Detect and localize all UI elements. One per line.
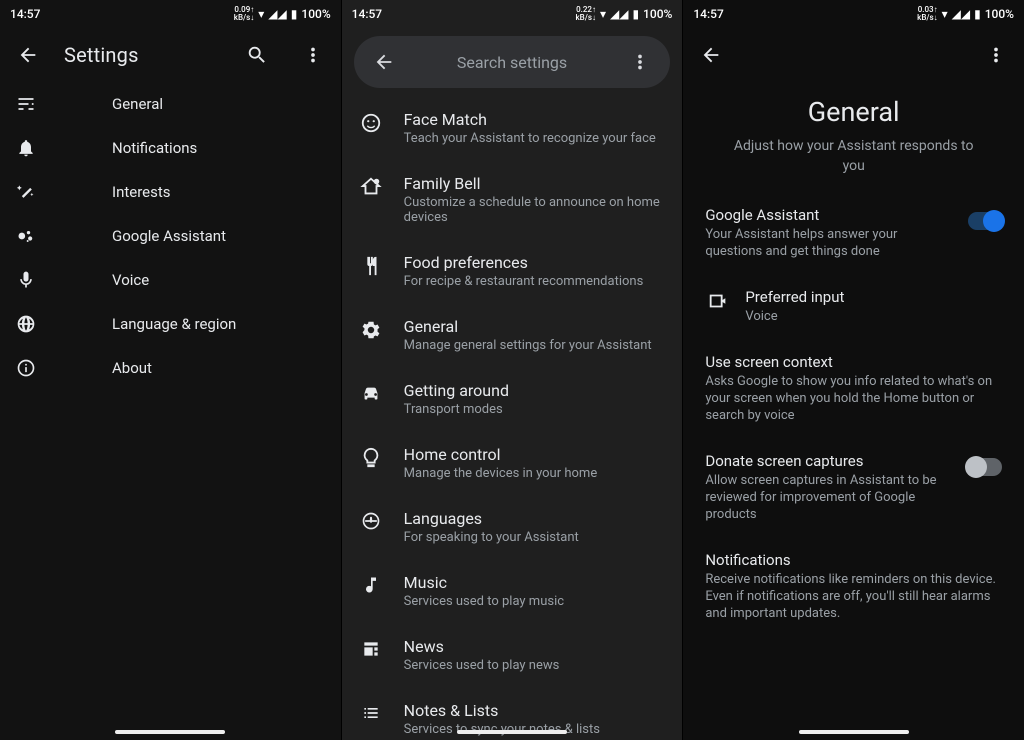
wifi-icon: ▾ [600, 7, 606, 21]
clock: 14:57 [693, 7, 723, 21]
signal-icon: ◢◢ [268, 7, 286, 21]
wand-icon [16, 182, 56, 202]
item-preferred-input[interactable]: Preferred inputVoice [683, 274, 1024, 339]
battery-text: 100% [301, 7, 330, 21]
bell-icon [16, 138, 56, 158]
list-icon [358, 701, 384, 737]
home-bell-icon [358, 174, 384, 225]
mic-icon [16, 270, 56, 290]
search-bar[interactable]: Search settings [354, 36, 671, 88]
search-button[interactable] [237, 35, 277, 75]
settings-pane: 14:57 0.09↑kB/s↓ ▾ ◢◢ ▮ 100% Settings Ge… [0, 0, 341, 740]
wifi-icon: ▾ [942, 7, 948, 21]
overflow-button[interactable] [620, 42, 660, 82]
item-getting-around[interactable]: Getting aroundTransport modes [342, 367, 683, 431]
item-news[interactable]: NewsServices used to play news [342, 623, 683, 687]
assistant-icon [16, 226, 56, 246]
page-title: General [683, 82, 1024, 136]
clock: 14:57 [10, 7, 40, 21]
back-button[interactable] [8, 35, 48, 75]
status-bar: 14:57 0.03↑kB/s↓ ▾ ◢◢ ▮ 100% [683, 0, 1024, 28]
item-notifications[interactable]: Notifications [0, 126, 341, 170]
car-icon [358, 381, 384, 417]
item-interests[interactable]: Interests [0, 170, 341, 214]
item-language-region[interactable]: Language & region [0, 302, 341, 346]
item-screen-context[interactable]: Use screen contextAsks Google to show yo… [683, 339, 1024, 438]
tune-icon [16, 94, 56, 114]
overflow-button[interactable] [293, 35, 333, 75]
signal-icon: ◢◢ [952, 7, 970, 21]
item-food[interactable]: Food preferencesFor recipe & restaurant … [342, 239, 683, 303]
item-about[interactable]: About [0, 346, 341, 390]
item-music[interactable]: MusicServices used to play music [342, 559, 683, 623]
battery-icon: ▮ [974, 7, 981, 21]
signal-icon: ◢◢ [610, 7, 628, 21]
item-donate-captures[interactable]: Donate screen capturesAllow screen captu… [683, 438, 1024, 537]
search-placeholder: Search settings [404, 53, 621, 72]
item-google-assistant[interactable]: Google AssistantYour Assistant helps ans… [683, 192, 1024, 274]
appbar [683, 28, 1024, 82]
food-icon [358, 253, 384, 289]
general-pane: 14:57 0.03↑kB/s↓ ▾ ◢◢ ▮ 100% General Adj… [682, 0, 1024, 740]
battery-icon: ▮ [632, 7, 639, 21]
gesture-handle [457, 730, 567, 734]
input-icon [705, 288, 731, 325]
toggle-google-assistant[interactable] [968, 212, 1002, 230]
battery-text: 100% [643, 7, 672, 21]
music-icon [358, 573, 384, 609]
item-face-match[interactable]: Face MatchTeach your Assistant to recogn… [342, 96, 683, 160]
back-button[interactable] [364, 42, 404, 82]
assistant-settings-pane: 14:57 0.22↑kB/s↓ ▾ ◢◢ ▮ 100% Search sett… [341, 0, 683, 740]
item-languages[interactable]: LanguagesFor speaking to your Assistant [342, 495, 683, 559]
news-icon [358, 637, 384, 673]
item-notifications[interactable]: NotificationsReceive notifications like … [683, 537, 1024, 636]
back-button[interactable] [691, 35, 731, 75]
item-home-control[interactable]: Home controlManage the devices in your h… [342, 431, 683, 495]
bulb-icon [358, 445, 384, 481]
page-title: Settings [64, 43, 221, 67]
gear-icon [358, 317, 384, 353]
globe-icon [358, 509, 384, 545]
item-general[interactable]: General [0, 82, 341, 126]
status-bar: 14:57 0.22↑kB/s↓ ▾ ◢◢ ▮ 100% [342, 0, 683, 28]
battery-icon: ▮ [291, 7, 298, 21]
gesture-handle [115, 730, 225, 734]
item-voice[interactable]: Voice [0, 258, 341, 302]
settings-list: General Notifications Interests Google A… [0, 82, 341, 390]
face-icon [358, 110, 384, 146]
globe-icon [16, 314, 56, 334]
clock: 14:57 [352, 7, 382, 21]
info-icon [16, 358, 56, 378]
overflow-button[interactable] [976, 35, 1016, 75]
item-assistant[interactable]: Google Assistant [0, 214, 341, 258]
item-general[interactable]: GeneralManage general settings for your … [342, 303, 683, 367]
battery-text: 100% [985, 7, 1014, 21]
toggle-donate-captures[interactable] [968, 458, 1002, 476]
page-subtitle: Adjust how your Assistant responds to yo… [683, 136, 1024, 192]
gesture-handle [799, 730, 909, 734]
assistant-settings-list: Face MatchTeach your Assistant to recogn… [342, 96, 683, 740]
wifi-icon: ▾ [258, 7, 264, 21]
status-bar: 14:57 0.09↑kB/s↓ ▾ ◢◢ ▮ 100% [0, 0, 341, 28]
item-family-bell[interactable]: Family BellCustomize a schedule to annou… [342, 160, 683, 239]
appbar: Settings [0, 28, 341, 82]
